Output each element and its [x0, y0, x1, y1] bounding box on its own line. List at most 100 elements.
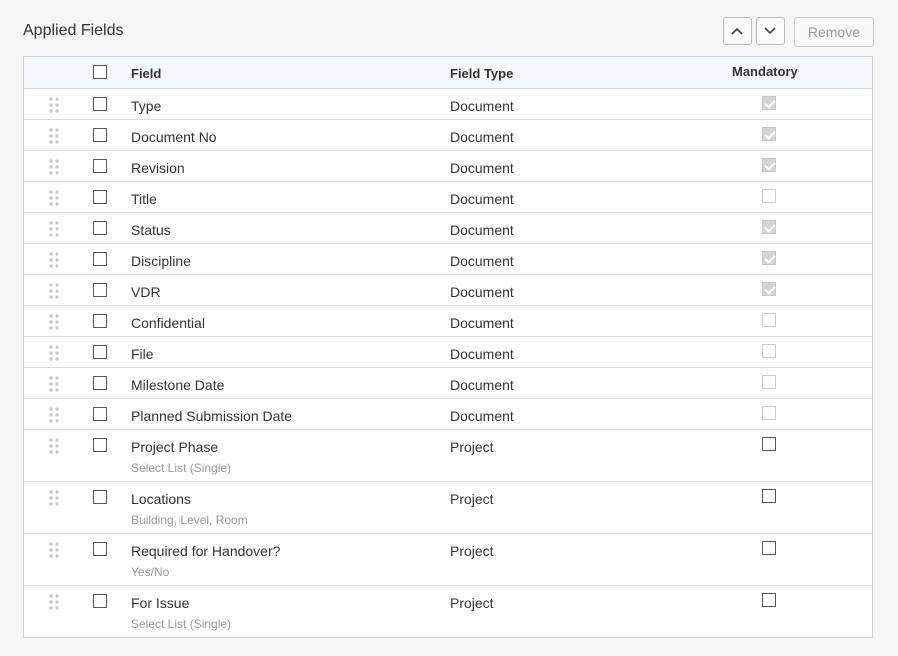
mandatory-checkbox	[762, 220, 776, 234]
mandatory-checkbox	[762, 158, 776, 172]
field-name: Type	[131, 98, 162, 114]
row-select-checkbox[interactable]	[93, 128, 107, 142]
mandatory-checkbox	[762, 406, 776, 420]
drag-handle-icon[interactable]	[49, 283, 59, 299]
drag-handle-icon[interactable]	[49, 345, 59, 361]
table-row[interactable]: Planned Submission Date Document	[24, 399, 872, 430]
field-name: Revision	[131, 160, 185, 176]
mandatory-checkbox	[762, 344, 776, 358]
field-subtext: Building, Level, Room	[131, 513, 248, 527]
move-down-button[interactable]	[755, 17, 785, 45]
mandatory-checkbox	[762, 251, 776, 265]
field-name: Title	[131, 191, 157, 207]
chevron-up-icon	[731, 27, 743, 35]
mandatory-checkbox	[762, 127, 776, 141]
field-type: Document	[450, 253, 514, 269]
field-type: Document	[450, 408, 514, 424]
row-select-checkbox[interactable]	[93, 438, 107, 452]
header-field-type: Field Type	[450, 66, 514, 81]
drag-handle-icon[interactable]	[49, 159, 59, 175]
drag-handle-icon[interactable]	[49, 376, 59, 392]
mandatory-checkbox	[762, 313, 776, 327]
drag-handle-icon[interactable]	[49, 128, 59, 144]
row-select-checkbox[interactable]	[93, 97, 107, 111]
drag-handle-icon[interactable]	[49, 221, 59, 237]
field-type: Document	[450, 98, 514, 114]
drag-handle-icon[interactable]	[49, 490, 59, 506]
table-row[interactable]: Required for Handover? Yes/No Project	[24, 534, 872, 586]
table-row[interactable]: Project Phase Select List (Single) Project	[24, 430, 872, 482]
table-row[interactable]: File Document	[24, 337, 872, 368]
field-type: Project	[450, 543, 494, 559]
field-type: Document	[450, 129, 514, 145]
field-type: Document	[450, 346, 514, 362]
table-row[interactable]: Locations Building, Level, Room Project	[24, 482, 872, 534]
mandatory-checkbox	[762, 96, 776, 110]
table-row[interactable]: Document No Document	[24, 120, 872, 151]
field-name: Confidential	[131, 315, 205, 331]
row-select-checkbox[interactable]	[93, 283, 107, 297]
chevron-down-icon	[764, 27, 776, 35]
field-name: Required for Handover?	[131, 543, 281, 559]
move-up-button[interactable]	[722, 17, 752, 45]
mandatory-checkbox[interactable]	[762, 437, 776, 451]
field-type: Project	[450, 595, 494, 611]
row-select-checkbox[interactable]	[93, 407, 107, 421]
field-type: Document	[450, 377, 514, 393]
mandatory-checkbox	[762, 282, 776, 296]
drag-handle-icon[interactable]	[49, 438, 59, 454]
applied-fields-table: Field Field Type Mandatory Type Document D…	[23, 56, 873, 638]
table-row[interactable]: Revision Document	[24, 151, 872, 182]
drag-handle-icon[interactable]	[49, 97, 59, 113]
remove-button[interactable]: Remove	[793, 17, 874, 47]
table-body: Type Document Document No Document Revision D…	[24, 89, 872, 637]
row-select-checkbox[interactable]	[93, 345, 107, 359]
row-select-checkbox[interactable]	[93, 490, 107, 504]
mandatory-checkbox	[762, 189, 776, 203]
field-type: Project	[450, 491, 494, 507]
row-select-checkbox[interactable]	[93, 252, 107, 266]
field-name: Project Phase	[131, 439, 219, 455]
mandatory-checkbox[interactable]	[762, 593, 776, 607]
mandatory-checkbox[interactable]	[762, 489, 776, 503]
mandatory-checkbox[interactable]	[762, 541, 776, 555]
field-name: Milestone Date	[131, 377, 225, 393]
drag-handle-icon[interactable]	[49, 594, 59, 610]
row-select-checkbox[interactable]	[93, 190, 107, 204]
field-subtext: Select List (Single)	[131, 461, 232, 475]
row-select-checkbox[interactable]	[93, 159, 107, 173]
field-type: Document	[450, 191, 514, 207]
table-row[interactable]: For Issue Select List (Single) Project	[24, 586, 872, 637]
drag-handle-icon[interactable]	[49, 190, 59, 206]
table-row[interactable]: VDR Document	[24, 275, 872, 306]
field-name: VDR	[131, 284, 161, 300]
panel-title: Applied Fields	[23, 22, 124, 39]
table-row[interactable]: Status Document	[24, 213, 872, 244]
header-field: Field	[131, 66, 162, 81]
field-name: Discipline	[131, 253, 191, 269]
field-name: Locations	[131, 491, 191, 507]
table-row[interactable]: Type Document	[24, 89, 872, 120]
drag-handle-icon[interactable]	[49, 314, 59, 330]
header-mandatory: Mandatory	[732, 64, 798, 79]
drag-handle-icon[interactable]	[49, 407, 59, 423]
row-select-checkbox[interactable]	[93, 376, 107, 390]
field-type: Project	[450, 439, 494, 455]
field-type: Document	[450, 284, 514, 300]
row-select-checkbox[interactable]	[93, 542, 107, 556]
row-select-checkbox[interactable]	[93, 221, 107, 235]
drag-handle-icon[interactable]	[49, 542, 59, 558]
table-row[interactable]: Title Document	[24, 182, 872, 213]
field-type: Document	[450, 222, 514, 238]
field-subtext: Select List (Single)	[131, 617, 232, 631]
field-name: Document No	[131, 129, 217, 145]
row-select-checkbox[interactable]	[93, 314, 107, 328]
row-select-checkbox[interactable]	[93, 594, 107, 608]
table-row[interactable]: Discipline Document	[24, 244, 872, 275]
select-all-checkbox[interactable]	[93, 65, 107, 79]
drag-handle-icon[interactable]	[49, 252, 59, 268]
table-header: Field Field Type Mandatory	[24, 57, 872, 89]
mandatory-checkbox	[762, 375, 776, 389]
table-row[interactable]: Confidential Document	[24, 306, 872, 337]
table-row[interactable]: Milestone Date Document	[24, 368, 872, 399]
